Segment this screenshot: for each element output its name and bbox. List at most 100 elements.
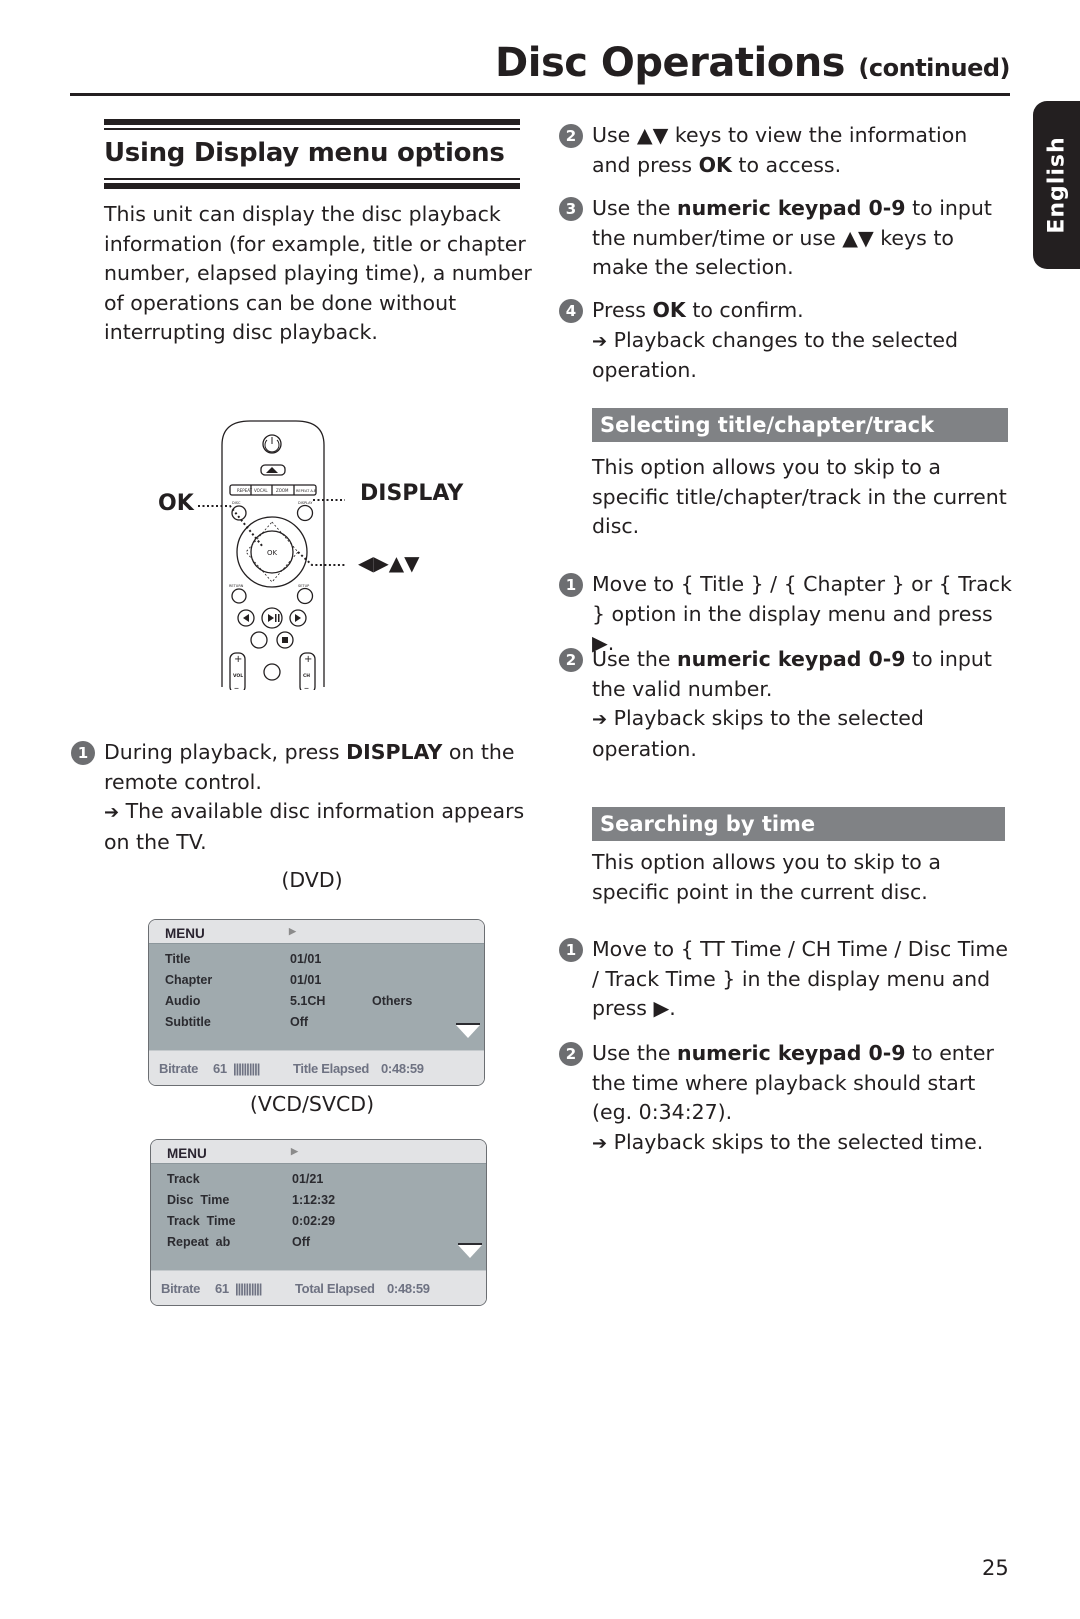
step-text: During playback, press — [104, 740, 347, 764]
bitrate-value: 61 — [215, 1281, 229, 1296]
step-key-numeric: numeric keypad 0-9 — [676, 647, 906, 671]
svg-text:+: + — [304, 654, 312, 665]
bitrate-bars: |||||||||| — [235, 1281, 262, 1296]
menu-row-label: Audio — [165, 994, 201, 1008]
nav-keys-callout-label: ◀▶▲▼ — [358, 551, 420, 575]
menu-row: Repeat ab Off — [167, 1235, 467, 1255]
menu-row: Title 01/01 — [165, 952, 465, 972]
page-number: 25 — [982, 1556, 1009, 1580]
step-text: Use the — [592, 1041, 677, 1065]
step-display: 1 During playback, press DISPLAY on the … — [71, 738, 534, 857]
step-result: Playback skips to the selected operation… — [592, 706, 924, 761]
language-tab: English — [1033, 101, 1080, 269]
elapsed-value: 0:48:59 — [387, 1281, 430, 1296]
heading-rule — [104, 183, 520, 189]
svg-text:–: – — [304, 683, 309, 690]
menu-row-value: 01/21 — [292, 1172, 324, 1186]
page-title: Disc Operations (continued) — [495, 40, 1010, 86]
menu-header: MENU ▶ — [149, 920, 484, 944]
audio-button-icon — [250, 631, 268, 649]
subheading-searching: Searching by time — [592, 807, 1005, 841]
menu-row-label: Title — [165, 952, 191, 966]
menu-row-label: Chapter — [165, 973, 213, 987]
title-rule — [70, 93, 1010, 96]
arrow-icon: ➔ — [104, 802, 120, 823]
step-number-badge: 2 — [559, 124, 583, 148]
svg-text:CH: CH — [303, 673, 310, 679]
elapsed-value: 0:48:59 — [381, 1061, 424, 1076]
svg-text:REPEAT A-B: REPEAT A-B — [296, 489, 317, 493]
svg-text:+: + — [234, 654, 242, 665]
arrow-icon: ➔ — [592, 330, 608, 352]
step-key-ok: OK — [652, 298, 686, 322]
heading-rule — [104, 178, 520, 180]
bitrate-label: Bitrate — [159, 1061, 199, 1076]
vcd-display-menu: MENU ▶ Track 01/21 Disc Time 1:12:32 Tra… — [150, 1139, 487, 1306]
svg-text:RETURN: RETURN — [229, 584, 244, 588]
svg-text:OK: OK — [267, 549, 278, 557]
step-text: to confirm. — [685, 298, 804, 322]
svg-text:VOL: VOL — [233, 673, 243, 679]
step-number-badge: 1 — [559, 573, 583, 597]
ok-callout-line — [198, 505, 264, 548]
menu-footer: Bitrate 61 |||||||||| Title Elapsed 0:48… — [149, 1050, 484, 1085]
arrow-icon: ➔ — [592, 709, 608, 730]
svg-text:VOCAL: VOCAL — [254, 488, 268, 493]
menu-header-label: MENU — [165, 926, 205, 941]
step-key-ok: OK — [698, 152, 732, 177]
scroll-down-icon — [458, 1245, 482, 1258]
menu-header-label: MENU — [167, 1146, 207, 1161]
bitrate-bars: |||||||||| — [233, 1061, 260, 1076]
return-title-button-icon — [231, 588, 247, 604]
menu-row-value: 1:12:32 — [292, 1193, 336, 1207]
step-result: Playback changes to the selected operati… — [592, 327, 959, 383]
setup-button-icon — [296, 587, 314, 605]
menu-row-value: Off — [292, 1235, 311, 1249]
step-input: 3 Use the numeric keypad 0-9 to input th… — [559, 194, 1002, 283]
display-button-icon — [296, 504, 314, 522]
step-key-numeric: numeric keypad 0-9 — [676, 1041, 906, 1065]
menu-row-value: 01/01 — [290, 952, 322, 966]
intro-paragraph: This unit can display the disc playback … — [104, 202, 532, 344]
right-triangle-icon: ▶ — [291, 1146, 298, 1156]
up-down-keys-icon: ▲▼ — [636, 123, 669, 147]
menu-row-value: 01/01 — [290, 973, 322, 987]
play-right-icon: ▶ — [653, 996, 670, 1020]
page-title-main: Disc Operations — [495, 40, 845, 86]
menu-row: Subtitle Off — [165, 1015, 465, 1035]
menu-row-label: Subtitle — [165, 1015, 211, 1029]
step-key-numeric: numeric keypad 0-9 — [676, 196, 906, 220]
menu-header: MENU ▶ — [151, 1140, 486, 1164]
searching-intro: This option allows you to skip to a spec… — [592, 850, 941, 904]
bitrate-label: Bitrate — [161, 1281, 201, 1296]
svg-text:–: – — [234, 683, 239, 690]
selecting-intro: This option allows you to skip to a spec… — [592, 455, 1007, 538]
remote-control-illustration: OK REPEAT VOCAL ZOOM REPEAT A-B DISC DISPLA… — [150, 415, 480, 694]
menu-row: Disc Time 1:12:32 — [167, 1193, 467, 1213]
elapsed-label: Total Elapsed — [295, 1281, 375, 1296]
step-text: Press — [592, 298, 653, 322]
step-number-badge: 2 — [559, 1042, 583, 1066]
menu-row-value: 5.1CH — [290, 994, 326, 1008]
svg-text:REPEAT: REPEAT — [237, 488, 253, 493]
heading-rule — [104, 119, 520, 125]
arrow-icon: ➔ — [592, 1132, 608, 1154]
subheading-selecting: Selecting title/chapter/track — [592, 408, 1008, 442]
menu-row-label: Track — [167, 1172, 200, 1186]
up-down-keys-icon: ▲▼ — [842, 225, 874, 250]
svg-text:SETUP: SETUP — [298, 584, 309, 588]
mute-button-icon — [263, 663, 281, 681]
menu-rows: Title 01/01 Chapter 01/01 Audio 5.1CH Ot… — [149, 944, 484, 1050]
elapsed-label: Title Elapsed — [293, 1061, 370, 1076]
menu-row: Chapter 01/01 — [165, 973, 465, 993]
step-number-badge: 1 — [559, 938, 583, 962]
menu-row-label: Track Time — [167, 1214, 236, 1228]
step-navigate: 2 Use ▲▼ keys to view the information an… — [559, 121, 1002, 180]
menu-row: Audio 5.1CH Others — [165, 994, 465, 1014]
menu-rows: Track 01/21 Disc Time 1:12:32 Track Time… — [151, 1164, 486, 1270]
step-input-number: 2 Use the numeric keypad 0-9 to input th… — [559, 645, 1002, 764]
step-result: Playback skips to the selected time. — [613, 1129, 984, 1154]
remote-control-graphic: OK REPEAT VOCAL ZOOM REPEAT A-B DISC DISPLA… — [198, 420, 345, 694]
section-title: Using Display menu options — [104, 138, 505, 168]
menu-row-label: Disc Time — [167, 1193, 230, 1207]
